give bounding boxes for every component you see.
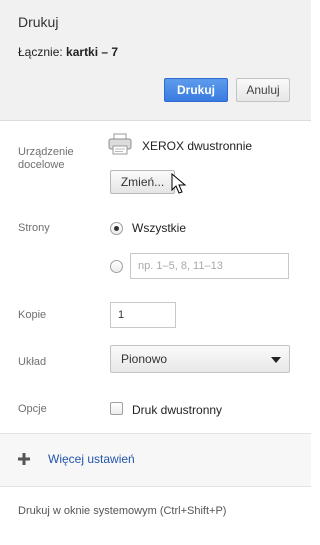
destination-label: Urządzenie docelowe xyxy=(18,146,74,172)
print-header: Drukuj Łącznie: kartki – 7 Drukuj Anuluj xyxy=(0,0,311,121)
pages-all-radio[interactable] xyxy=(110,222,123,235)
dialog-title: Drukuj xyxy=(18,14,59,30)
copies-label: Kopie xyxy=(18,309,47,321)
sheet-total: Łącznie: kartki – 7 xyxy=(18,45,118,59)
copies-input[interactable]: 1 xyxy=(110,302,176,328)
pages-all-label: Wszystkie xyxy=(132,221,186,235)
change-destination-button[interactable]: Zmień... xyxy=(110,170,175,194)
system-dialog-link[interactable]: Drukuj w oknie systemowym (Ctrl+Shift+P) xyxy=(18,505,226,517)
printer-icon xyxy=(108,133,132,155)
total-value: kartki – 7 xyxy=(66,45,119,59)
dropdown-arrow-icon xyxy=(271,357,281,363)
cancel-button[interactable]: Anuluj xyxy=(236,78,290,102)
destination-label-line2: docelowe xyxy=(18,159,65,171)
print-button[interactable]: Drukuj xyxy=(164,78,228,102)
pages-label: Strony xyxy=(18,222,50,234)
total-label: Łącznie: xyxy=(18,45,63,59)
layout-select[interactable]: Pionowo xyxy=(110,345,290,373)
mouse-cursor-icon xyxy=(171,173,187,194)
duplex-label: Druk dwustronny xyxy=(132,403,223,417)
options-label: Opcje xyxy=(18,403,47,415)
duplex-checkbox[interactable] xyxy=(110,402,123,415)
layout-selected-value: Pionowo xyxy=(121,352,168,366)
layout-label: Układ xyxy=(18,356,47,368)
printer-name: XEROX dwustronnie xyxy=(142,139,253,153)
pages-custom-input[interactable]: np. 1–5, 8, 11–13 xyxy=(130,253,289,279)
more-settings-link[interactable]: Więcej ustawień xyxy=(48,452,135,466)
more-settings-section xyxy=(0,433,311,487)
plus-icon[interactable] xyxy=(18,453,30,465)
pages-custom-radio[interactable] xyxy=(110,260,123,273)
destination-label-line1: Urządzenie xyxy=(18,146,74,158)
